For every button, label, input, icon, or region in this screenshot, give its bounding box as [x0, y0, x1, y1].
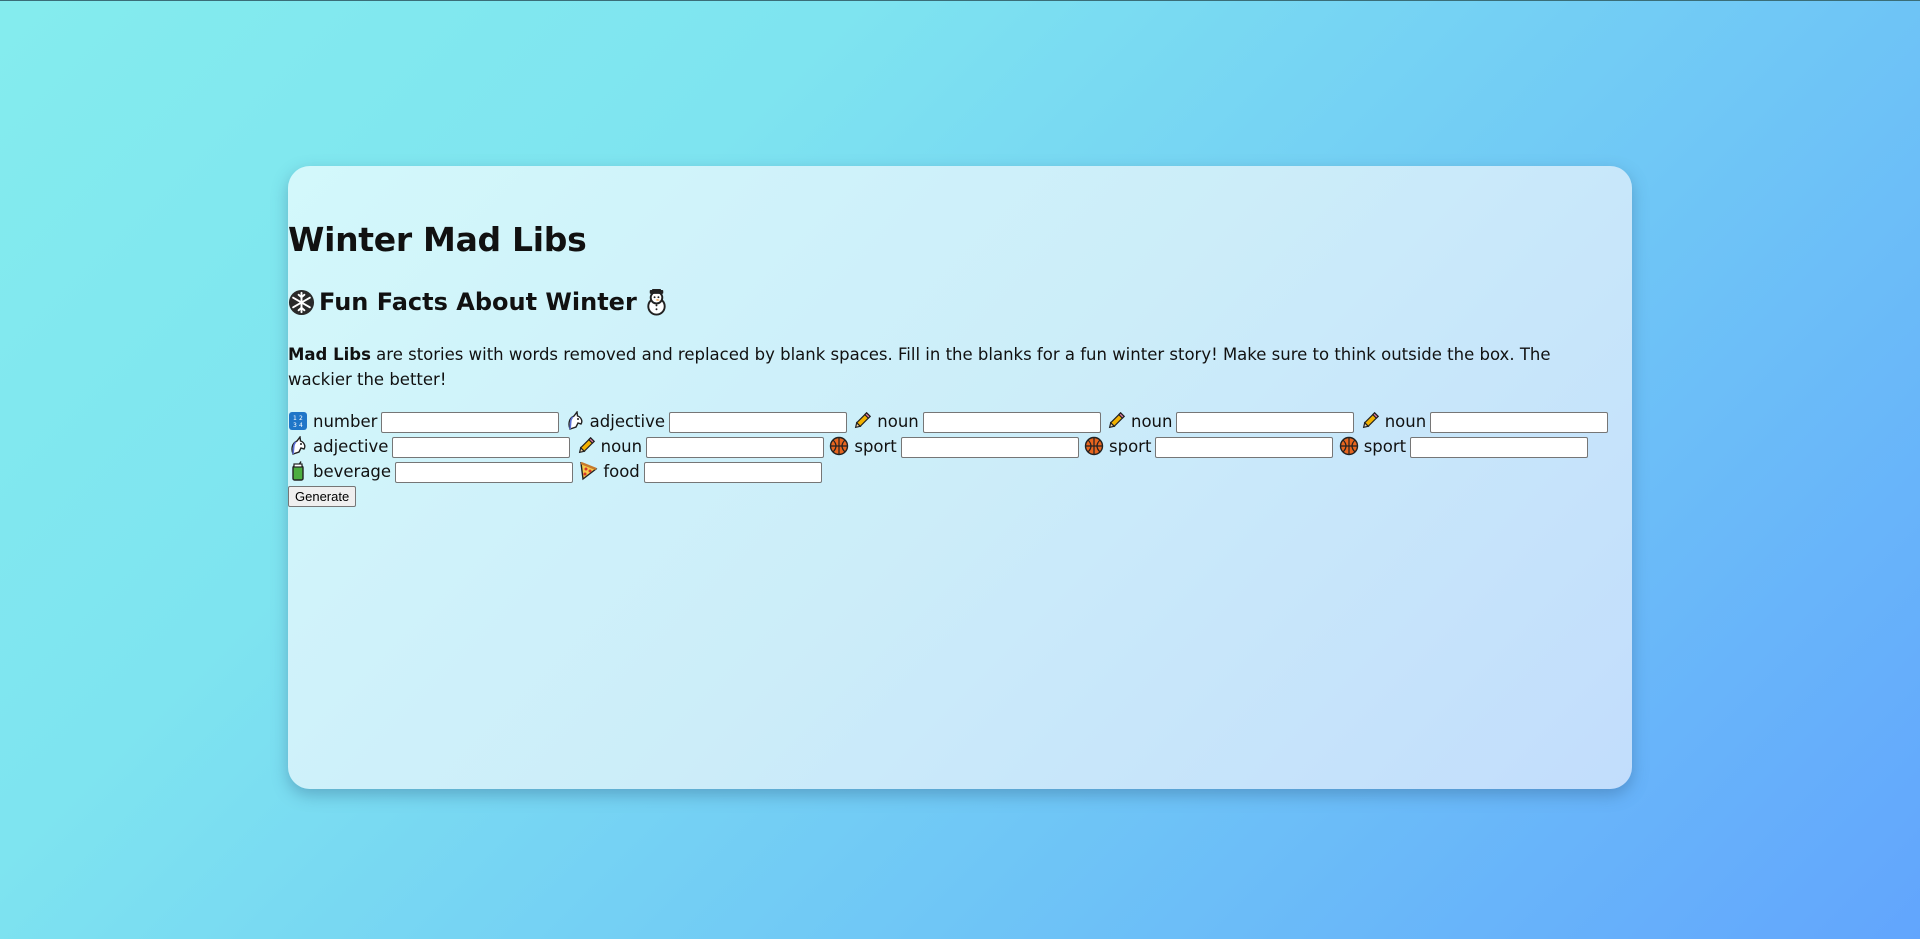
field-sport: sport [1339, 436, 1589, 458]
field-number: 1 2 3 4 number [288, 411, 560, 433]
field-label: adjective [589, 412, 666, 431]
field-label: food [603, 462, 640, 481]
noun-input[interactable] [646, 437, 825, 458]
basketball-icon [829, 436, 849, 456]
pencil-icon [576, 436, 596, 456]
field-adjective: adjective [565, 410, 848, 433]
snowflake-icon [288, 289, 315, 316]
basketball-icon [1084, 436, 1104, 456]
numbers-icon: 1234 [288, 411, 308, 431]
intro-text: are stories with words removed and repla… [288, 345, 1551, 389]
field-noun: noun [576, 436, 825, 458]
beverage-input[interactable] [395, 462, 574, 483]
svg-text:3: 3 [293, 422, 297, 429]
field-sport: sport [1084, 436, 1334, 458]
field-label: noun [1131, 412, 1173, 431]
intro-paragraph: Mad Libs are stories with words removed … [288, 342, 1578, 392]
svg-text:2: 2 [299, 415, 303, 422]
field-label: sport [1363, 437, 1407, 456]
pencil-icon [1106, 411, 1126, 431]
section-heading: Fun Facts About Winter [288, 288, 670, 316]
adjective-input[interactable] [392, 437, 571, 458]
pizza-icon [578, 461, 598, 481]
field-noun: noun [1360, 411, 1609, 433]
field-label: number [313, 412, 378, 431]
noun-input[interactable] [922, 412, 1101, 433]
field-label: sport [1109, 437, 1152, 456]
unicorn-icon [565, 410, 585, 431]
page-title: Winter Mad Libs [288, 220, 587, 259]
field-label: noun [877, 412, 919, 431]
field-label: adjective [313, 437, 389, 456]
field-label: sport [854, 437, 897, 456]
pencil-icon [1360, 411, 1380, 431]
snowman-icon [643, 288, 670, 316]
field-noun: noun [852, 411, 1101, 433]
sport-input[interactable] [1410, 437, 1589, 458]
adjective-input[interactable] [669, 412, 848, 433]
field-food: food [578, 461, 822, 483]
field-noun: noun [1106, 411, 1355, 433]
svg-text:1: 1 [293, 415, 297, 422]
sport-input[interactable] [1155, 437, 1334, 458]
field-adjective: adjective [288, 435, 571, 458]
noun-input[interactable] [1176, 412, 1355, 433]
basketball-icon [1339, 436, 1359, 456]
field-label: noun [600, 437, 643, 456]
intro-bold: Mad Libs [288, 345, 371, 364]
number-input[interactable] [381, 412, 560, 433]
madlibs-card: Winter Mad Libs Fun Facts About Winter M… [288, 166, 1632, 789]
noun-input[interactable] [1430, 412, 1609, 433]
madlibs-form: 1 2 3 4 number adjective noun noun noun adje… [288, 409, 1632, 507]
beverage-icon [288, 461, 308, 481]
field-beverage: beverage [288, 461, 574, 483]
field-label: beverage [313, 462, 392, 481]
svg-text:4: 4 [299, 422, 303, 429]
food-input[interactable] [643, 462, 822, 483]
section-heading-text: Fun Facts About Winter [319, 288, 637, 316]
field-label: noun [1384, 412, 1427, 431]
unicorn-icon [288, 435, 308, 456]
pencil-icon [852, 411, 872, 431]
field-sport: sport [829, 436, 1079, 458]
sport-input[interactable] [900, 437, 1079, 458]
generate-button[interactable]: Generate [288, 486, 357, 507]
